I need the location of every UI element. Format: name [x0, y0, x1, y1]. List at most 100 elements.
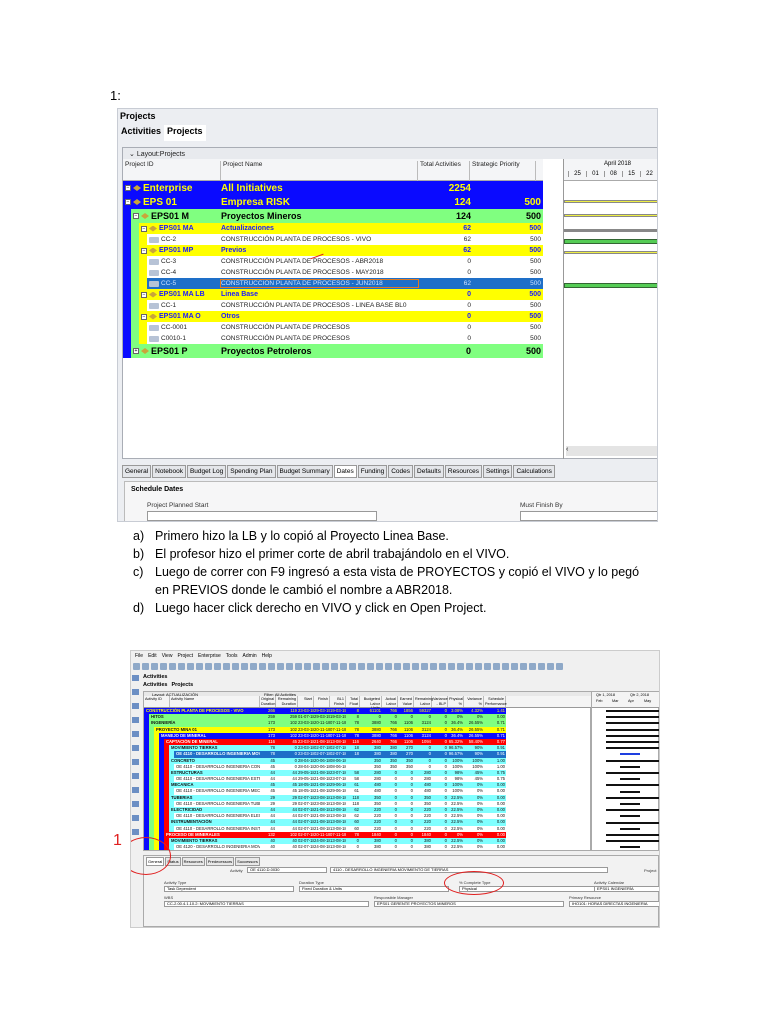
col-header[interactable]: Activity Name [170, 696, 260, 707]
side-toolbar-icon[interactable] [132, 745, 139, 751]
menu-tools[interactable]: Tools [226, 653, 238, 659]
tab-resources[interactable]: Resources [181, 857, 205, 866]
tab-projects[interactable]: Projects [171, 682, 193, 688]
expand-icon[interactable]: + [133, 348, 139, 354]
toolbar-button-icon[interactable] [169, 662, 176, 670]
manager-field[interactable]: EPS01 GERENTE PROYECTOS MINEROS [374, 901, 564, 907]
collapse-icon[interactable]: − [125, 199, 131, 205]
project-row[interactable]: + EPS01 P Proyectos Petroleros 0 500 [123, 344, 543, 358]
col-project-name[interactable]: Project Name [221, 161, 418, 181]
toolbar-button-icon[interactable] [286, 662, 293, 670]
tab-projects[interactable]: Projects [164, 125, 206, 141]
toolbar-button-icon[interactable] [133, 662, 140, 670]
toolbar-button-icon[interactable] [268, 662, 275, 670]
toolbar-button-icon[interactable] [430, 662, 437, 670]
menu-enterprise[interactable]: Enterprise [198, 653, 221, 659]
col-header[interactable]: Start [298, 696, 314, 707]
toolbar-button-icon[interactable] [358, 662, 365, 670]
collapse-icon[interactable]: − [141, 291, 147, 298]
toolbar-button-icon[interactable] [529, 662, 536, 670]
toolbar-button-icon[interactable] [223, 662, 230, 670]
toolbar-button-icon[interactable] [196, 662, 203, 670]
toolbar-button-icon[interactable] [151, 662, 158, 670]
project-row[interactable]: − EPS01 MA O Otros 0 500 [123, 311, 543, 322]
tab-codes[interactable]: Codes [388, 465, 414, 478]
toolbar-button-icon[interactable] [403, 662, 410, 670]
tab-calculations[interactable]: Calculations [513, 465, 555, 478]
toolbar-button-icon[interactable] [448, 662, 455, 670]
collapse-icon[interactable]: − [125, 185, 131, 191]
project-row[interactable]: − EPS01 M Proyectos Mineros 124 500 [123, 209, 543, 223]
tab-settings[interactable]: Settings [482, 465, 513, 478]
toolbar-button-icon[interactable] [322, 662, 329, 670]
side-toolbar-icon[interactable] [132, 787, 139, 793]
tab-budget-summary[interactable]: Budget Summary [276, 465, 333, 478]
tab-activities[interactable]: Activities [143, 682, 167, 688]
project-row[interactable]: CC-3 CONSTRUCCIÓN PLANTA DE PROCESOS - AB… [123, 256, 543, 267]
menu-edit[interactable]: Edit [148, 653, 157, 659]
tab-defaults[interactable]: Defaults [414, 465, 444, 478]
project-row[interactable]: − Enterprise All Initiatives 2254 [123, 181, 543, 195]
resource-field[interactable]: IHO101: HORAS DIRECTAS INGENIERIA [569, 901, 659, 907]
toolbar-button-icon[interactable] [187, 662, 194, 670]
tab-predecessors[interactable]: Predecessors [205, 857, 235, 866]
toolbar-button-icon[interactable] [511, 662, 518, 670]
project-row[interactable]: − EPS01 MA Actualizaciones 62 500 [123, 223, 543, 234]
menu-file[interactable]: File [135, 653, 143, 659]
col-header[interactable]: Original Duration [260, 696, 276, 707]
col-strategic-priority[interactable]: Strategic Priority [470, 161, 536, 181]
toolbar-button-icon[interactable] [547, 662, 554, 670]
toolbar-button-icon[interactable] [304, 662, 311, 670]
toolbar-button-icon[interactable] [412, 662, 419, 670]
project-row[interactable]: − EPS01 MA LB Linea Base 0 500 [123, 289, 543, 300]
toolbar-button-icon[interactable] [376, 662, 383, 670]
side-toolbar-icon[interactable] [132, 703, 139, 709]
activity-type-select[interactable]: Task Dependent [164, 886, 294, 892]
col-header[interactable]: Variance - BLP [432, 696, 448, 707]
project-row[interactable]: − EPS01 MP Previos 62 500 [123, 245, 543, 256]
side-toolbar-icon[interactable] [132, 731, 139, 737]
toolbar-button-icon[interactable] [214, 662, 221, 670]
toolbar-button-icon[interactable] [367, 662, 374, 670]
toolbar-button-icon[interactable] [475, 662, 482, 670]
col-header[interactable]: Actual Labor [382, 696, 398, 707]
side-toolbar-icon[interactable] [132, 815, 139, 821]
tab-budget-log[interactable]: Budget Log [186, 465, 227, 478]
planned-start-input[interactable] [147, 511, 377, 521]
duration-type-select[interactable]: Fixed Duration & Units [299, 886, 449, 892]
toolbar-button-icon[interactable] [484, 662, 491, 670]
tab-spending-plan[interactable]: Spending Plan [227, 465, 276, 478]
tab-dates[interactable]: Dates [333, 465, 357, 478]
toolbar-button-icon[interactable] [439, 662, 446, 670]
project-row[interactable]: CC-4 CONSTRUCCIÓN PLANTA DE PROCESOS - MA… [123, 267, 543, 278]
col-header[interactable]: Physical % [448, 696, 464, 707]
side-toolbar-icon[interactable] [132, 801, 139, 807]
tab-successors[interactable]: Successors [235, 857, 260, 866]
toolbar-button-icon[interactable] [160, 662, 167, 670]
toolbar-button-icon[interactable] [394, 662, 401, 670]
col-header[interactable]: Remaining Labor [414, 696, 433, 707]
collapse-icon[interactable]: − [141, 225, 147, 232]
col-header[interactable]: Activity ID [144, 696, 170, 707]
calendar-field[interactable]: EPS01 INGENIERÍA [594, 886, 659, 892]
toolbar-button-icon[interactable] [340, 662, 347, 670]
project-row[interactable]: − EPS 01 Empresa RISK 124 500 [123, 195, 543, 209]
project-row[interactable]: CC-2 CONSTRUCCIÓN PLANTA DE PROCESOS - VI… [123, 234, 543, 245]
col-header[interactable]: Schedule Performance [484, 696, 507, 707]
toolbar-button-icon[interactable] [331, 662, 338, 670]
toolbar-button-icon[interactable] [502, 662, 509, 670]
col-header[interactable]: Finish [314, 696, 330, 707]
tab-notebook[interactable]: Notebook [152, 465, 186, 478]
toolbar-button-icon[interactable] [493, 662, 500, 670]
collapse-icon[interactable]: − [141, 313, 147, 320]
menu-project[interactable]: Project [177, 653, 193, 659]
layout-bar[interactable]: ⌄ Layout:Projects [123, 148, 657, 159]
toolbar-button-icon[interactable] [421, 662, 428, 670]
project-row[interactable]: CC-1 CONSTRUCCIÓN PLANTA DE PROCESOS - LI… [123, 300, 543, 311]
project-row[interactable]: CC-5 CONSTRUCCIÓN PLANTA DE PROCESOS - JU… [123, 278, 543, 289]
toolbar-button-icon[interactable] [241, 662, 248, 670]
toolbar-button-icon[interactable] [556, 662, 563, 670]
col-header[interactable]: Total Float [346, 696, 360, 707]
menu-admin[interactable]: Admin [242, 653, 256, 659]
collapse-icon[interactable]: − [133, 213, 139, 219]
